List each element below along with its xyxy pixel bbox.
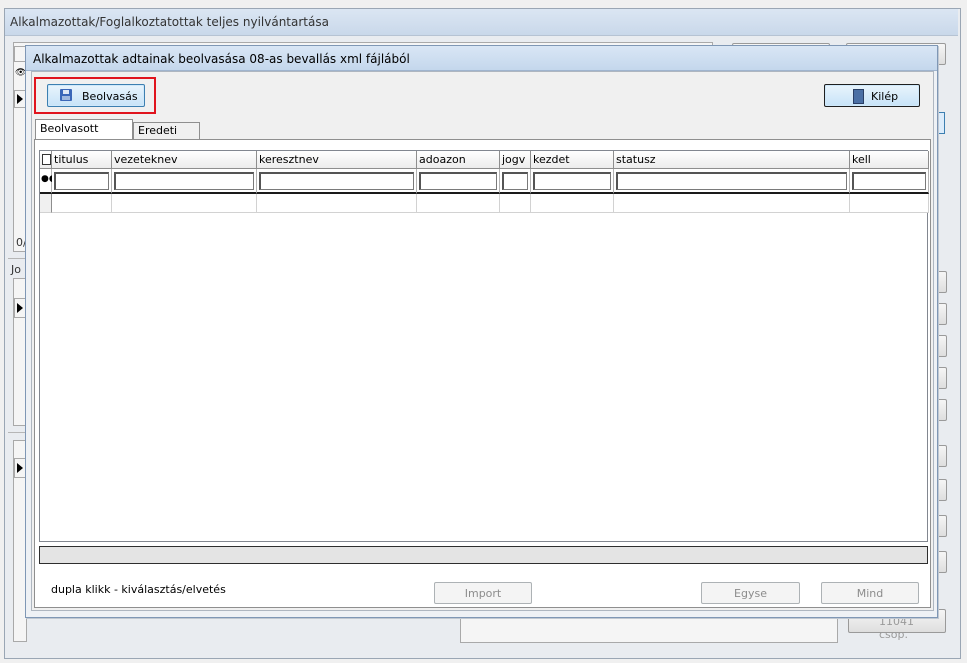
grid-corner xyxy=(40,151,52,169)
tab-panel: titulus vezeteknev keresztnev adoazon jo… xyxy=(34,139,931,608)
column-header-statusz[interactable]: statusz xyxy=(614,151,850,169)
filter-input-jogv[interactable] xyxy=(502,172,528,190)
filter-row-marker: ●● xyxy=(40,169,57,194)
background-group-button-label: 11041 csop. xyxy=(879,615,914,641)
column-header-adoazon[interactable]: adoazon xyxy=(417,151,500,169)
data-grid: titulus vezeteknev keresztnev adoazon jo… xyxy=(39,150,929,542)
filter-input-statusz[interactable] xyxy=(616,172,847,190)
read-button-label: Beolvasás xyxy=(82,90,138,103)
filter-cell xyxy=(52,169,112,194)
hint-text: dupla klikk - kiválasztás/elvetés xyxy=(51,583,226,596)
column-header-jogv[interactable]: jogv xyxy=(500,151,531,169)
background-button-edge xyxy=(937,515,947,537)
column-header-kezdet[interactable]: kezdet xyxy=(531,151,614,169)
import-button[interactable]: Import xyxy=(434,582,532,604)
exit-button[interactable]: Kilép xyxy=(824,84,920,107)
background-button-edge xyxy=(937,271,947,293)
filter-input-titulus[interactable] xyxy=(54,172,109,190)
table-cell[interactable] xyxy=(257,194,417,213)
dialog-body: Beolvasás Kilép Beolvasott névsor Eredet… xyxy=(31,71,934,611)
import-dialog: Alkalmazottak adtainak beolvasása 08-as … xyxy=(25,45,938,618)
background-button-edge xyxy=(937,479,947,501)
table-cell[interactable] xyxy=(500,194,531,213)
main-window-title: Alkalmazottak/Foglalkoztatottak teljes n… xyxy=(10,15,329,29)
column-header-vezeteknev[interactable]: vezeteknev xyxy=(112,151,257,169)
background-button-edge xyxy=(937,399,947,421)
filter-cell xyxy=(257,169,417,194)
background-button-edge xyxy=(937,551,947,573)
egyse-button-label: Egyse xyxy=(734,587,767,600)
table-cell[interactable] xyxy=(417,194,500,213)
filter-input-vezeteknev[interactable] xyxy=(114,172,254,190)
filter-input-kell[interactable] xyxy=(852,172,926,190)
mind-button-label: Mind xyxy=(856,587,884,600)
exit-door-icon xyxy=(853,89,864,104)
column-header-keresztnev[interactable]: keresztnev xyxy=(257,151,417,169)
save-disk-icon xyxy=(60,89,72,101)
table-cell[interactable] xyxy=(614,194,850,213)
tab-read-list[interactable]: Beolvasott névsor xyxy=(35,119,133,153)
column-header-titulus[interactable]: titulus xyxy=(52,151,112,169)
egyse-button[interactable]: Egyse xyxy=(701,582,800,604)
filter-cell xyxy=(500,169,531,194)
filter-cell xyxy=(531,169,614,194)
dialog-title: Alkalmazottak adtainak beolvasása 08-as … xyxy=(33,52,410,66)
background-label: Jo xyxy=(11,263,21,276)
main-window-titlebar: Alkalmazottak/Foglalkoztatottak teljes n… xyxy=(5,9,958,36)
filter-input-keresztnev[interactable] xyxy=(259,172,414,190)
grid-options-icon[interactable] xyxy=(42,154,51,165)
background-panel xyxy=(460,617,838,643)
filter-cell xyxy=(614,169,850,194)
background-button-edge xyxy=(937,445,947,467)
background-button-edge xyxy=(937,335,947,357)
horizontal-scrollbar[interactable] xyxy=(39,546,928,564)
dialog-titlebar: Alkalmazottak adtainak beolvasása 08-as … xyxy=(26,46,937,71)
table-cell[interactable] xyxy=(531,194,614,213)
filter-input-kezdet[interactable] xyxy=(533,172,611,190)
background-button-edge xyxy=(937,367,947,389)
filter-input-adoazon[interactable] xyxy=(419,172,497,190)
table-cell[interactable] xyxy=(112,194,257,213)
mind-button[interactable]: Mind xyxy=(821,582,919,604)
filter-cell xyxy=(112,169,257,194)
filter-cell xyxy=(850,169,929,194)
tab-original-table[interactable]: Eredeti tábla xyxy=(133,122,200,153)
row-selector[interactable] xyxy=(40,194,52,213)
column-header-kell[interactable]: kell xyxy=(850,151,929,169)
exit-button-label: Kilép xyxy=(871,90,899,103)
import-button-label: Import xyxy=(464,587,502,600)
filter-cell xyxy=(417,169,500,194)
table-cell[interactable] xyxy=(52,194,112,213)
read-button[interactable]: Beolvasás xyxy=(47,84,145,107)
table-cell[interactable] xyxy=(850,194,929,213)
background-button-edge xyxy=(937,303,947,325)
